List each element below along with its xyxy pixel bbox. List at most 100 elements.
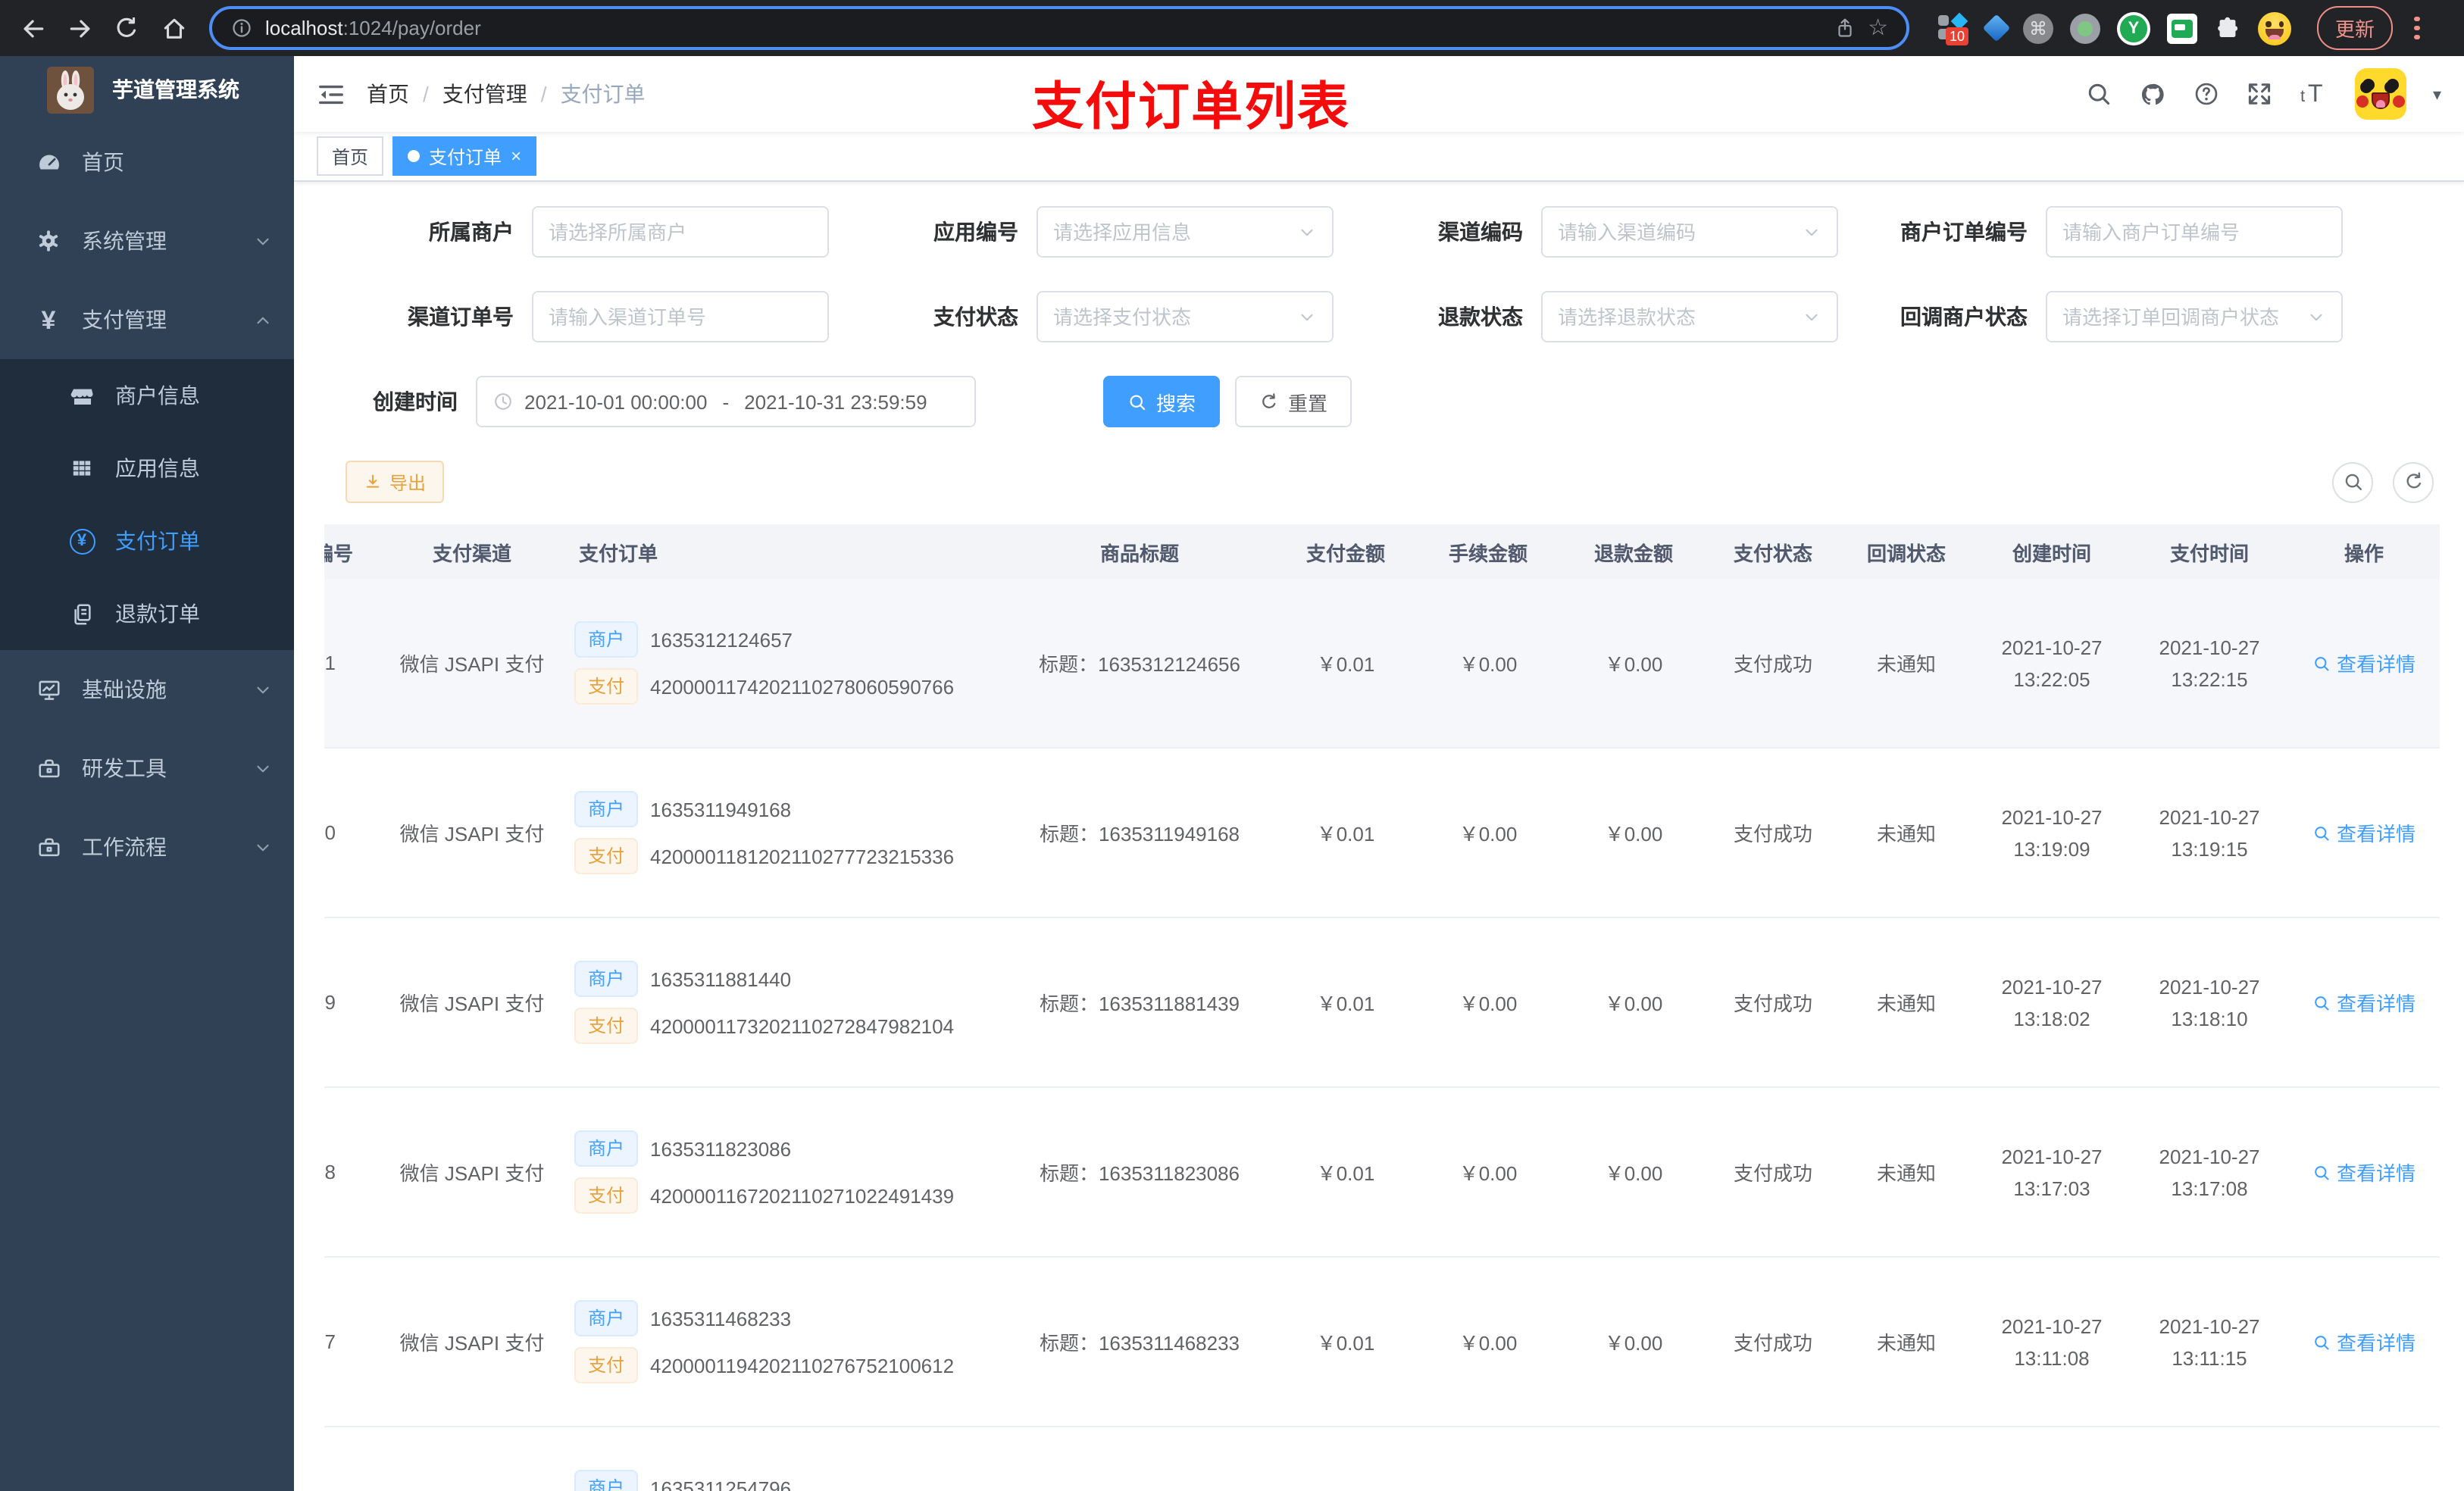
- toggle-search-button[interactable]: [2332, 461, 2373, 502]
- cell-title: 标题：1635311881439: [1039, 992, 1240, 1015]
- sidebar-item-home[interactable]: 首页: [0, 123, 294, 202]
- col-notify: 回调状态: [1866, 542, 1946, 564]
- channel-code-input[interactable]: [1558, 220, 1796, 243]
- channel-order-no-input[interactable]: [549, 305, 812, 328]
- table-toolbar: 导出: [324, 461, 2440, 503]
- cell-title: 标题：1635312124656: [1039, 653, 1240, 676]
- font-size-icon[interactable]: [2300, 79, 2330, 109]
- magnifier-icon: [2312, 993, 2331, 1011]
- ext-emoji-icon[interactable]: [2258, 11, 2291, 45]
- cell-status: 支付成功: [1733, 823, 1812, 846]
- sidebar-item-dev-tools[interactable]: 研发工具: [0, 729, 294, 808]
- browser-menu-icon[interactable]: [2414, 16, 2420, 40]
- cell-channel: 微信 JSAPI 支付: [399, 1332, 545, 1355]
- sidebar-item-system[interactable]: 系统管理: [0, 202, 294, 280]
- chevron-down-icon[interactable]: [1802, 222, 1821, 242]
- cell-refund: ￥0.00: [1604, 653, 1663, 676]
- merchant-tag: 商户: [574, 791, 639, 827]
- merchant-order-no: 1635311881440: [650, 967, 792, 990]
- cell-order: 商户 1635311468233 支付 42000011942021102767…: [574, 1289, 1003, 1394]
- cell-notify: 未通知: [1876, 992, 1936, 1015]
- view-detail-link[interactable]: 查看详情: [2312, 1158, 2416, 1186]
- share-icon[interactable]: [1833, 17, 1856, 39]
- cell-title: 标题：1635311823086: [1039, 1162, 1240, 1185]
- browser-reload-button[interactable]: [106, 8, 147, 48]
- reset-button[interactable]: 重置: [1235, 376, 1352, 427]
- cell-actions: 查看详情: [2288, 988, 2440, 1017]
- breadcrumb-home[interactable]: 首页: [367, 79, 409, 109]
- refund-status-input[interactable]: [1558, 305, 1796, 328]
- view-detail-link[interactable]: 查看详情: [2312, 649, 2416, 677]
- fullscreen-icon[interactable]: [2247, 80, 2274, 108]
- table-body: 21 微信 JSAPI 支付 商户 1635312124657 支付: [324, 579, 2440, 1491]
- col-amount: 支付金额: [1305, 542, 1385, 564]
- pay-order-no: 4200001173202110272847982104: [650, 1014, 955, 1037]
- date-start[interactable]: 2021-10-01 00:00:00: [524, 390, 707, 413]
- ext-blocks-icon[interactable]: 10: [1937, 10, 1970, 46]
- view-detail-link[interactable]: 查看详情: [2312, 988, 2416, 1017]
- caret-down-icon[interactable]: ▾: [2433, 84, 2441, 104]
- chevron-down-icon[interactable]: [1297, 307, 1317, 327]
- cell-order: 商户 1635311254796 支付: [574, 1459, 1003, 1491]
- chevron-down-icon[interactable]: [1297, 222, 1317, 242]
- site-info-icon[interactable]: [230, 17, 253, 39]
- pay-status-input[interactable]: [1053, 305, 1291, 328]
- extensions-puzzle-icon[interactable]: [2214, 14, 2241, 42]
- tab-home[interactable]: 首页: [317, 136, 384, 176]
- table-row: 商户 1635311254796 支付: [324, 1427, 2440, 1491]
- browser-home-button[interactable]: [153, 8, 194, 48]
- view-detail-link[interactable]: 查看详情: [2312, 1327, 2416, 1356]
- date-end[interactable]: 2021-10-31 23:59:59: [744, 390, 927, 413]
- sidebar-item-workflow[interactable]: 工作流程: [0, 808, 294, 886]
- ext-kite-icon[interactable]: [1982, 14, 2011, 42]
- browser-back-button[interactable]: [12, 8, 53, 48]
- export-button[interactable]: 导出: [346, 461, 445, 503]
- chevron-down-icon[interactable]: [2306, 307, 2326, 327]
- yen-icon: ¥: [41, 305, 56, 334]
- breadcrumb-payment[interactable]: 支付管理: [442, 79, 527, 109]
- github-icon[interactable]: [2139, 80, 2168, 108]
- pay-order-no: 4200001174202110278060590766: [650, 675, 955, 698]
- avatar[interactable]: [2355, 68, 2407, 120]
- sidebar-collapse-icon[interactable]: [317, 80, 346, 108]
- cell-refund: ￥0.00: [1604, 1332, 1663, 1355]
- search-icon[interactable]: [2086, 80, 2113, 108]
- app-id-input[interactable]: [1053, 220, 1291, 243]
- ext-recorder-icon[interactable]: [2070, 13, 2100, 43]
- view-detail-link[interactable]: 查看详情: [2312, 818, 2416, 847]
- merchant-tag: 商户: [574, 961, 639, 997]
- ext-command-icon[interactable]: ⌘: [2023, 13, 2053, 43]
- merchant-input[interactable]: [549, 220, 812, 243]
- app-id-select: [1037, 206, 1334, 258]
- merchant-order-no: 1635311949168: [650, 798, 792, 821]
- tab-pay-order[interactable]: 支付订单 ×: [392, 136, 537, 176]
- chevron-down-icon[interactable]: [1802, 307, 1821, 327]
- sidebar-item-infra[interactable]: 基础设施: [0, 650, 294, 729]
- url-bar[interactable]: localhost:1024/pay/order ☆: [209, 6, 1909, 50]
- sidebar-item-app-info[interactable]: 应用信息: [0, 432, 294, 505]
- search-button[interactable]: 搜索: [1103, 376, 1221, 427]
- ext-y-icon[interactable]: Y: [2117, 11, 2150, 45]
- merchant-order-no-input[interactable]: [2062, 220, 2326, 243]
- chrome-update-button[interactable]: 更新: [2317, 6, 2394, 50]
- ext-chat-icon[interactable]: [2167, 13, 2197, 43]
- cell-paid: 2021-10-27 13:22:15: [2159, 636, 2260, 690]
- browser-forward-button[interactable]: [59, 8, 100, 48]
- app-logo: 芋道管理系统: [0, 56, 294, 123]
- cell-fee: ￥0.00: [1459, 823, 1518, 846]
- sidebar-item-pay-order[interactable]: ¥ 支付订单: [0, 505, 294, 577]
- sidebar-item-merchant-info[interactable]: 商户信息: [0, 359, 294, 432]
- refresh-table-button[interactable]: [2393, 461, 2434, 502]
- bookmark-star-icon[interactable]: ☆: [1868, 17, 1888, 39]
- sidebar-item-payment[interactable]: ¥ 支付管理: [0, 280, 294, 359]
- notify-status-input[interactable]: [2062, 305, 2300, 328]
- magnifier-icon: [2312, 1163, 2331, 1181]
- sidebar-item-refund-order[interactable]: 退款订单: [0, 577, 294, 650]
- date-separator: -: [722, 390, 730, 413]
- tab-close-icon[interactable]: ×: [511, 145, 521, 167]
- ext-badge: 10: [1946, 27, 1968, 45]
- gear-icon: [35, 229, 62, 253]
- pay-order-no: 4200001194202110276752100612: [650, 1354, 955, 1377]
- date-range-picker[interactable]: 2021-10-01 00:00:00 - 2021-10-31 23:59:5…: [476, 376, 976, 427]
- help-icon[interactable]: [2194, 80, 2221, 108]
